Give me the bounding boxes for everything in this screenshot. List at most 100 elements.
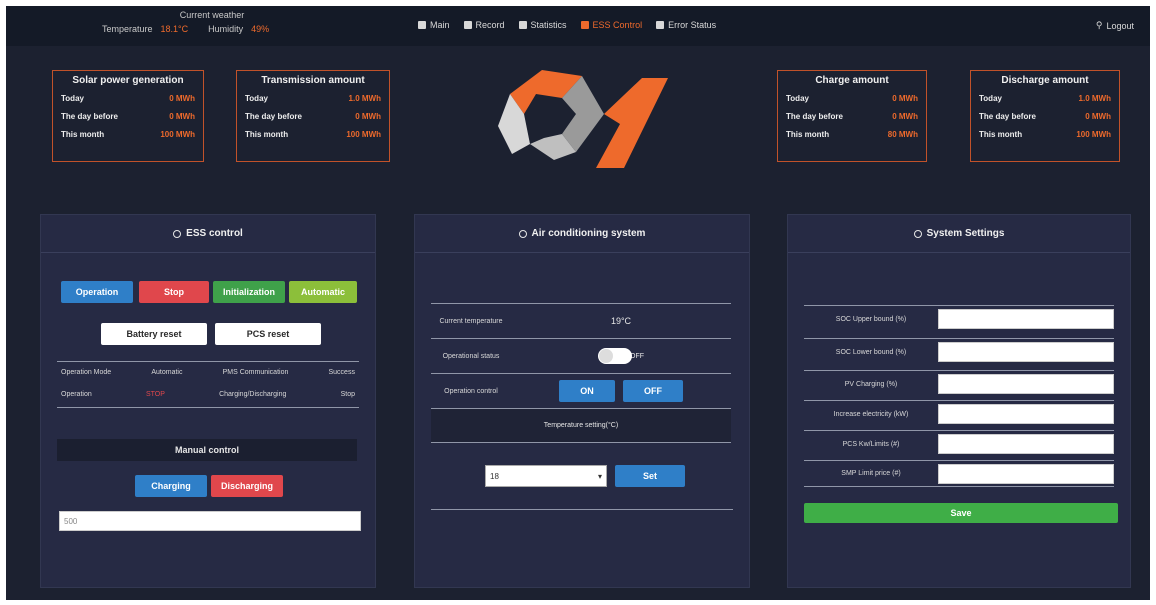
ac-on-button[interactable]: ON bbox=[559, 380, 615, 402]
nav-main[interactable]: Main bbox=[418, 20, 450, 30]
ess-control-panel: ESS control Operation Stop Initializatio… bbox=[40, 214, 376, 588]
operational-status-cell: OFF bbox=[511, 348, 731, 364]
increase-electricity-input[interactable] bbox=[938, 404, 1114, 424]
weather-title: Current weather bbox=[179, 10, 245, 20]
status-cell: Success bbox=[328, 369, 355, 376]
stat-label: This month bbox=[979, 130, 1023, 139]
panel-title: ESS control bbox=[186, 228, 243, 239]
settings-row: SOC Lower bound (%) bbox=[804, 338, 1114, 365]
status-cell: STOP bbox=[145, 391, 165, 398]
key-icon: ⚲ bbox=[1095, 20, 1103, 30]
ac-off-button[interactable]: OFF bbox=[623, 380, 683, 402]
temperature-setting-label: Temperature setting(°C) bbox=[543, 422, 619, 429]
app-window: Current weather Temperature 18.1°C Humid… bbox=[6, 6, 1150, 600]
transmission-amount-card: Transmission amount Today 1.0 MWh The day… bbox=[236, 70, 390, 162]
stat-row: Today 0 MWh bbox=[786, 94, 918, 103]
nav-ess-control[interactable]: ESS Control bbox=[580, 20, 643, 30]
stat-label: The day before bbox=[979, 112, 1036, 121]
stat-value: 100 MWh bbox=[160, 130, 195, 139]
pcs-limit-input[interactable] bbox=[938, 434, 1114, 454]
stat-label: Today bbox=[786, 94, 809, 103]
status-row: Operation STOP Charging/Discharging Stop bbox=[61, 391, 355, 398]
stat-value: 0 MWh bbox=[169, 94, 195, 103]
power-icon bbox=[518, 229, 527, 238]
nav-statistics[interactable]: Statistics bbox=[518, 20, 567, 30]
stat-row: Today 1.0 MWh bbox=[245, 94, 381, 103]
smp-limit-label: SMP Limit price (#) bbox=[841, 470, 901, 477]
panel-header: System Settings bbox=[788, 215, 1130, 253]
stat-row: Today 1.0 MWh bbox=[979, 94, 1111, 103]
stat-label: This month bbox=[245, 130, 289, 139]
panel-title: System Settings bbox=[926, 228, 1005, 239]
nav-error-status[interactable]: Error Status bbox=[656, 20, 716, 30]
current-temperature-label: Current temperature bbox=[439, 317, 503, 325]
stat-value: 80 MWh bbox=[887, 130, 918, 139]
nav-ess-control-label: ESS Control bbox=[592, 20, 643, 30]
set-temperature-button[interactable]: Set bbox=[615, 465, 685, 487]
operational-status-label: Operational status bbox=[442, 352, 500, 360]
pcs-limit-label: PCS Kw/Limits (#) bbox=[842, 440, 900, 448]
stat-label: Today bbox=[979, 94, 1002, 103]
status-cell: Operation bbox=[61, 391, 92, 398]
system-settings-panel: System Settings SOC Upper bound (%) SOC … bbox=[787, 214, 1131, 588]
panel-header: Air conditioning system bbox=[415, 215, 749, 253]
smp-limit-input[interactable] bbox=[938, 463, 1114, 484]
nav-record[interactable]: Record bbox=[463, 20, 505, 30]
temperature-select-value: 18 bbox=[490, 471, 499, 481]
stop-button[interactable]: Stop bbox=[139, 281, 209, 303]
logout-link[interactable]: ⚲ Logout bbox=[1096, 20, 1134, 31]
weather-readings: Temperature 18.1°C Humidity 49% bbox=[102, 24, 322, 34]
company-logo bbox=[498, 70, 668, 168]
pcs-reset-button[interactable]: PCS reset bbox=[215, 323, 321, 345]
stat-value: 0 MWh bbox=[1085, 112, 1111, 121]
panel-header: ESS control bbox=[41, 215, 375, 253]
soc-lower-input[interactable] bbox=[938, 342, 1114, 362]
manual-power-input[interactable]: 500 bbox=[59, 511, 361, 531]
settings-row: SMP Limit price (#) bbox=[804, 460, 1114, 487]
stat-label: The day before bbox=[786, 112, 843, 121]
stat-row: The day before 0 MWh bbox=[979, 112, 1111, 121]
discharge-amount-card: Discharge amount Today 1.0 MWh The day be… bbox=[970, 70, 1120, 162]
stat-row: This month 100 MWh bbox=[245, 130, 381, 139]
chevron-down-icon: ▾ bbox=[597, 471, 602, 481]
stat-value: 0 MWh bbox=[355, 112, 381, 121]
status-cell: Stop bbox=[340, 391, 355, 398]
automatic-button[interactable]: Automatic bbox=[289, 281, 357, 303]
settings-row: PCS Kw/Limits (#) bbox=[804, 430, 1114, 457]
current-temperature-value: 19°C bbox=[610, 316, 632, 326]
status-cell: Charging/Discharging bbox=[219, 391, 287, 398]
status-row: Operation Mode Automatic PMS Communicati… bbox=[61, 369, 355, 376]
current-temperature-cell: 19°C bbox=[511, 316, 731, 326]
soc-upper-input[interactable] bbox=[938, 309, 1114, 329]
pv-charging-input[interactable] bbox=[938, 374, 1114, 394]
temperature-select[interactable]: 18 ▾ bbox=[485, 465, 607, 487]
solar-generation-card: Solar power generation Today 0 MWh The da… bbox=[52, 70, 204, 162]
status-cell: PMS Communication bbox=[222, 369, 289, 376]
operation-button[interactable]: Operation bbox=[61, 281, 133, 303]
manual-control-header: Manual control bbox=[57, 439, 357, 461]
pv-charging-label: PV Charging (%) bbox=[844, 380, 898, 388]
stat-label: The day before bbox=[61, 112, 118, 121]
stat-title: Discharge amount bbox=[1001, 75, 1089, 86]
stat-row: Today 0 MWh bbox=[61, 94, 195, 103]
monitor-icon bbox=[463, 21, 472, 29]
stat-value: 0 MWh bbox=[892, 112, 918, 121]
temperature-label: Temperature bbox=[102, 24, 153, 34]
save-button[interactable]: Save bbox=[804, 503, 1118, 523]
stat-title: Solar power generation bbox=[72, 75, 184, 86]
battery-reset-button[interactable]: Battery reset bbox=[101, 323, 207, 345]
settings-row: SOC Upper bound (%) bbox=[804, 305, 1114, 332]
discharging-button[interactable]: Discharging bbox=[211, 475, 283, 497]
status-cell: Operation Mode bbox=[61, 369, 112, 376]
stat-value: 0 MWh bbox=[892, 94, 918, 103]
panel-divider bbox=[431, 509, 733, 510]
table-divider bbox=[57, 407, 359, 408]
settings-row: PV Charging (%) bbox=[804, 370, 1114, 397]
stat-row: The day before 0 MWh bbox=[245, 112, 381, 121]
home-icon bbox=[418, 21, 426, 29]
panel-title: Air conditioning system bbox=[531, 228, 646, 239]
charging-button[interactable]: Charging bbox=[135, 475, 207, 497]
logout-label: Logout bbox=[1106, 20, 1134, 31]
initialization-button[interactable]: Initialization bbox=[213, 281, 285, 303]
ac-power-toggle[interactable] bbox=[598, 348, 632, 364]
